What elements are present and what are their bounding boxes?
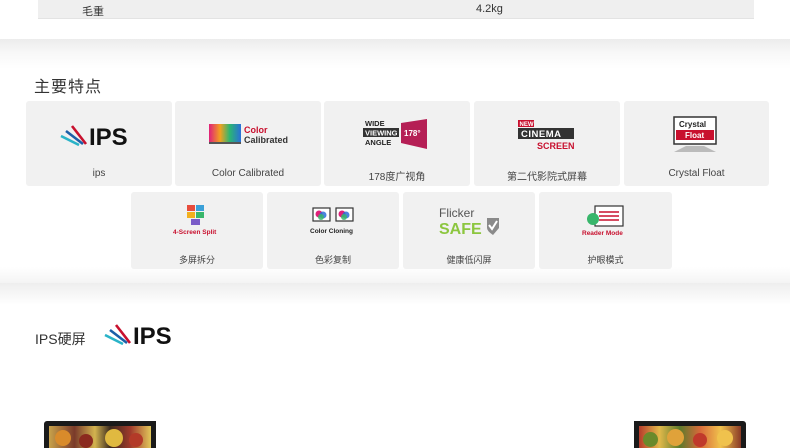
logo-text: Color [244, 125, 268, 135]
flicker-safe-icon: Flicker SAFE [403, 204, 535, 238]
spec-label: 毛重 [82, 6, 104, 18]
spec-value: 4.2kg [476, 3, 503, 15]
ips-logo-icon: IPS [26, 117, 172, 153]
monitor-image-right [634, 421, 746, 448]
reader-mode-icon: Reader Mode [539, 204, 672, 238]
ips-hero-section: IPS硬屏 IPS [0, 283, 790, 448]
feature-caption: 多屏拆分 [178, 255, 215, 265]
logo-text: Color Cloning [310, 228, 353, 235]
logo-text: NEW [520, 122, 534, 128]
color-cloning-icon: Color Cloning [267, 204, 399, 238]
monitor-image-left [44, 421, 156, 448]
fruit-image [643, 432, 658, 447]
logo-text: Reader Mode [582, 230, 623, 237]
feature-caption: 色彩复制 [314, 255, 351, 265]
logo-text: ANGLE [365, 138, 391, 147]
fruit-image [693, 433, 707, 447]
feature-caption: ips [92, 168, 106, 179]
svg-text:IPS: IPS [89, 124, 128, 148]
feature-card-four-screen-split[interactable]: 4-Screen Split 多屏拆分 [131, 192, 263, 269]
fruit-image [129, 433, 143, 447]
feature-card-reader-mode[interactable]: Reader Mode 护眼模式 [539, 192, 672, 269]
logo-text: 178° [404, 129, 421, 138]
logo-text: Float [685, 131, 704, 140]
key-features-section: 主要特点 IPS ips Color Calibrated Color Cali… [0, 39, 790, 283]
fruit-image [79, 434, 93, 448]
feature-caption: Crystal Float [668, 168, 725, 179]
crystal-float-icon: Crystal Float [624, 116, 769, 153]
cinema-screen-icon: NEW CINEMA SCREEN [474, 117, 620, 153]
fruit-image [105, 429, 123, 447]
monitor-screen [639, 426, 741, 448]
wide-viewing-angle-icon: WIDE VIEWING ANGLE 178° [324, 117, 470, 153]
ips-logo-text: IPS [133, 323, 172, 347]
four-screen-split-icon: 4-Screen Split [131, 204, 263, 238]
logo-text: Crystal [679, 120, 706, 129]
logo-text: CINEMA [521, 129, 561, 140]
logo-text: Calibrated [244, 135, 288, 145]
feature-card-wide-viewing-angle[interactable]: WIDE VIEWING ANGLE 178° 178度广视角 [324, 101, 470, 186]
feature-caption: Color Calibrated [211, 168, 285, 179]
fruit-image [55, 430, 71, 446]
spec-row-gross-weight: 毛重 4.2kg [38, 0, 754, 19]
section-title: 主要特点 [34, 79, 103, 96]
ips-section-title: IPS硬屏 [35, 331, 86, 347]
logo-text: VIEWING [365, 129, 398, 138]
logo-text: SAFE [439, 221, 482, 238]
logo-text: SCREEN [537, 141, 575, 151]
feature-card-crystal-float[interactable]: Crystal Float Crystal Float [624, 101, 769, 186]
feature-caption: 护眼模式 [587, 255, 624, 265]
feature-caption: 健康低闪屏 [446, 255, 492, 265]
product-detail-page: 毛重 4.2kg 主要特点 IPS ips Color Calibrated C… [0, 0, 790, 448]
ips-logo-icon: IPS [103, 321, 183, 352]
feature-card-color-calibrated[interactable]: Color Calibrated Color Calibrated [175, 101, 321, 186]
color-calibrated-icon: Color Calibrated [175, 117, 321, 153]
logo-text: Flicker [439, 206, 474, 220]
feature-card-ips[interactable]: IPS ips [26, 101, 172, 186]
logo-text: 4-Screen Split [173, 229, 217, 236]
logo-text: WIDE [365, 119, 385, 128]
fruit-image [717, 430, 733, 446]
feature-caption: 第二代影院式屏幕 [507, 172, 587, 183]
feature-caption: 178度广视角 [368, 172, 426, 183]
monitor-screen [49, 426, 151, 448]
feature-card-flicker-safe[interactable]: Flicker SAFE 健康低闪屏 [403, 192, 535, 269]
feature-card-color-cloning[interactable]: Color Cloning 色彩复制 [267, 192, 399, 269]
fruit-image [667, 429, 684, 446]
feature-card-cinema-screen[interactable]: NEW CINEMA SCREEN 第二代影院式屏幕 [474, 101, 620, 186]
